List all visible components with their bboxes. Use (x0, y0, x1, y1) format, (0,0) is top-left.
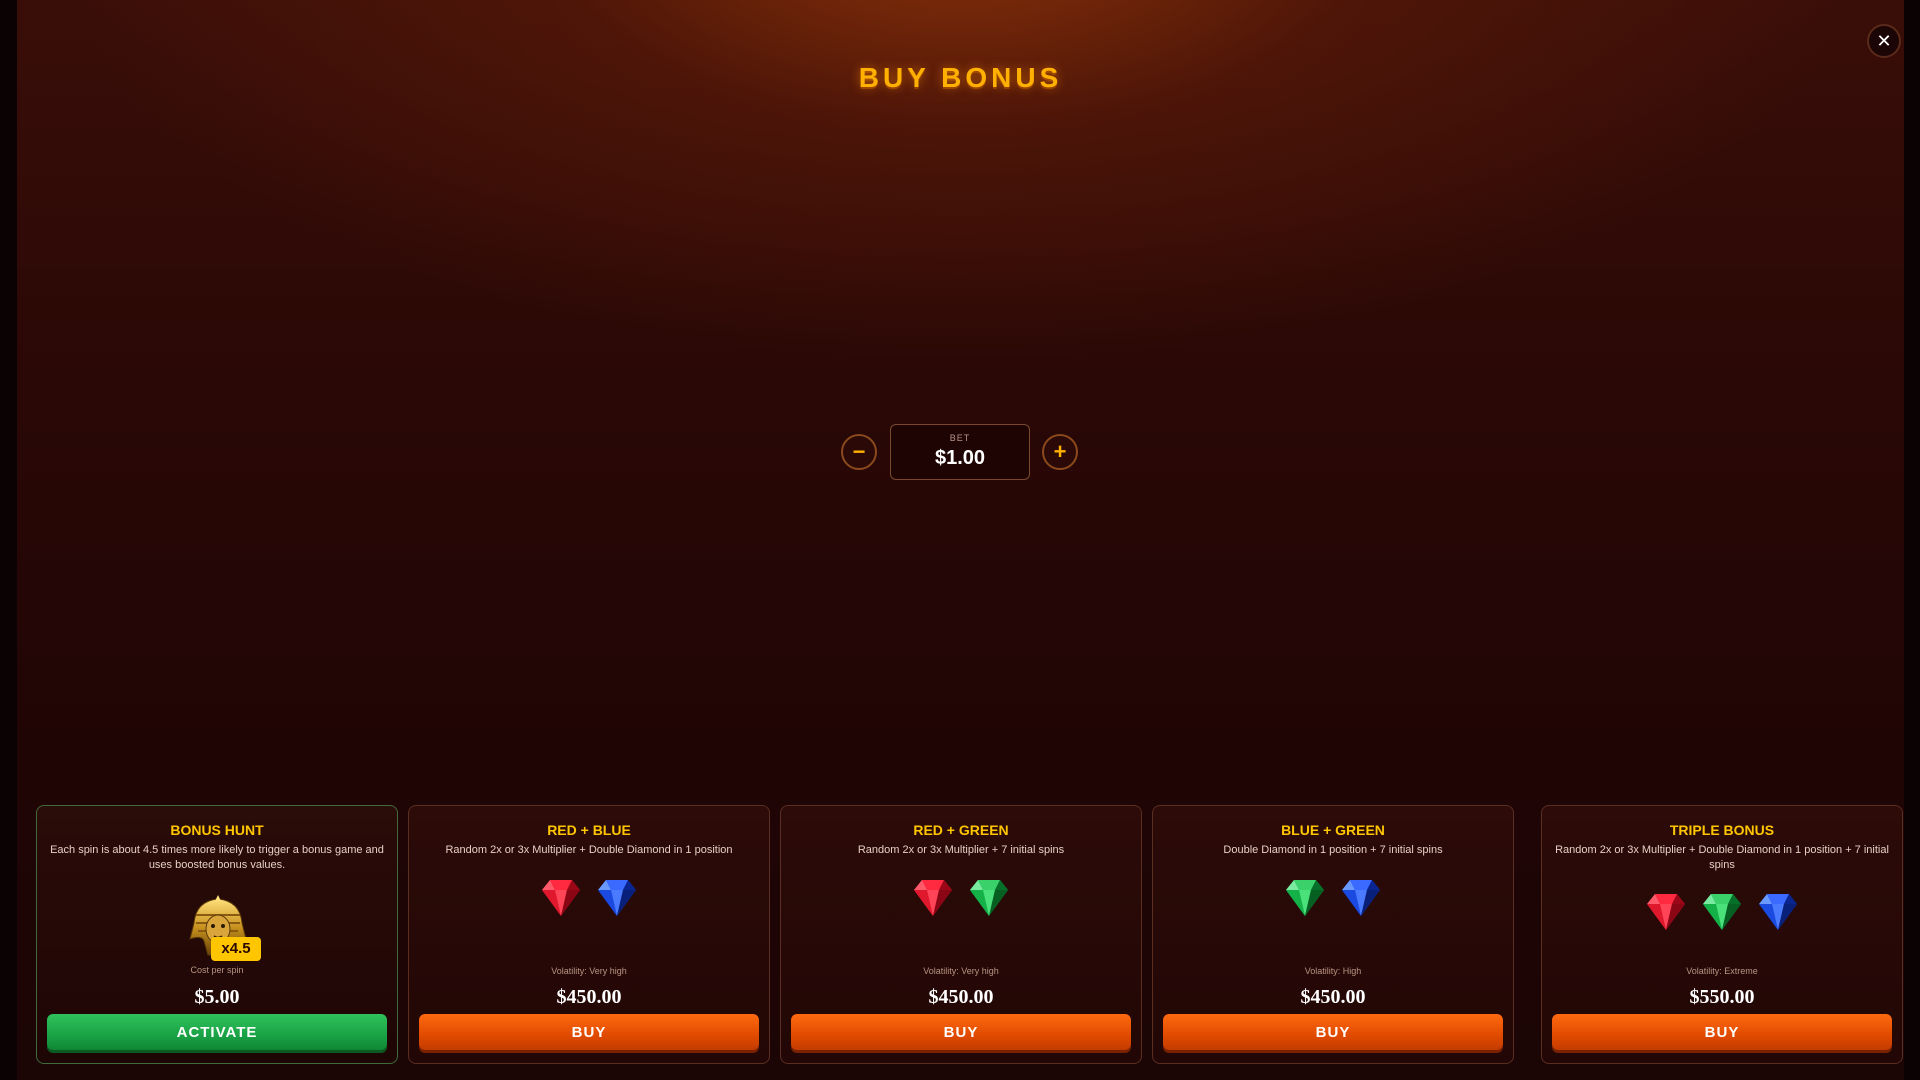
buy-button[interactable]: BUY (791, 1014, 1131, 1050)
card-description: Random 2x or 3x Multiplier + Double Diam… (1555, 844, 1889, 871)
card-price: $450.00 (556, 986, 622, 1008)
card-description: Random 2x or 3x Multiplier + 7 initial s… (857, 844, 1065, 856)
green-gem-icon (1286, 880, 1324, 916)
green-gem-icon (1703, 894, 1741, 930)
gem-group (1542, 890, 1902, 932)
card-description: Each spin is about 4.5 times more likely… (50, 844, 384, 871)
bet-decrease-button[interactable]: − (841, 434, 877, 470)
card-title: RED + GREEN (913, 822, 1009, 838)
volatility-label: Volatility: Extreme (1686, 966, 1758, 976)
card-title: TRIPLE BONUS (1669, 822, 1775, 838)
blue-gem-icon (598, 880, 636, 916)
buy-button[interactable]: BUY (1163, 1014, 1503, 1050)
close-button[interactable]: ✕ (1867, 24, 1901, 58)
card-price: $450.00 (928, 986, 994, 1008)
bet-increase-button[interactable]: + (1042, 434, 1078, 470)
volatility-label: Volatility: Very high (551, 966, 627, 976)
buy-button[interactable]: BUY (419, 1014, 759, 1050)
page-title: BUY BONUS (858, 62, 1063, 93)
bonus-card-bonus-hunt: BONUS HUNT Each spin is about 4.5 times … (36, 805, 398, 1064)
bonus-card-red-blue: RED + BLUE Random 2x or 3x Multiplier + … (408, 805, 770, 1064)
blue-gem-icon (1342, 880, 1380, 916)
bet-label: BET (949, 433, 971, 443)
red-gem-icon (1647, 894, 1685, 930)
gem-group (1153, 876, 1513, 918)
card-price: $550.00 (1689, 986, 1755, 1008)
bonus-card-blue-green: BLUE + GREEN Double Diamond in 1 positio… (1152, 805, 1514, 1064)
red-gem-icon (542, 880, 580, 916)
buy-button[interactable]: BUY (1552, 1014, 1892, 1050)
blue-gem-icon (1759, 894, 1797, 930)
bet-value: $1.00 (934, 447, 986, 469)
bonus-cards: BONUS HUNT Each spin is about 4.5 times … (36, 805, 1903, 1064)
card-title: BLUE + GREEN (1281, 822, 1385, 838)
card-description: Double Diamond in 1 position + 7 initial… (1223, 844, 1443, 856)
bet-control: − BET $1.00 + (17, 424, 1904, 480)
green-gem-icon (970, 880, 1008, 916)
gem-group (781, 876, 1141, 918)
volatility-label: Volatility: High (1304, 966, 1362, 976)
card-price: $450.00 (1300, 986, 1366, 1008)
activate-button[interactable]: ACTIVATE (47, 1014, 387, 1050)
multiplier-badge: x4.5 (211, 937, 261, 961)
card-price: $5.00 (194, 986, 240, 1008)
buy-bonus-screen: BUY BONUS ✕ − BET $1.00 + BONUS HUNT Eac… (17, 0, 1904, 1080)
card-description: Random 2x or 3x Multiplier + Double Diam… (445, 844, 733, 856)
card-title: BONUS HUNT (170, 822, 264, 838)
red-gem-icon (914, 880, 952, 916)
cost-label: Cost per spin (190, 965, 244, 975)
gem-group (409, 876, 769, 918)
bet-display: BET $1.00 (890, 424, 1030, 480)
card-title: RED + BLUE (547, 822, 631, 838)
volatility-label: Volatility: Very high (923, 966, 999, 976)
bonus-card-triple-bonus: TRIPLE BONUS Random 2x or 3x Multiplier … (1541, 805, 1903, 1064)
bonus-card-red-green: RED + GREEN Random 2x or 3x Multiplier +… (780, 805, 1142, 1064)
